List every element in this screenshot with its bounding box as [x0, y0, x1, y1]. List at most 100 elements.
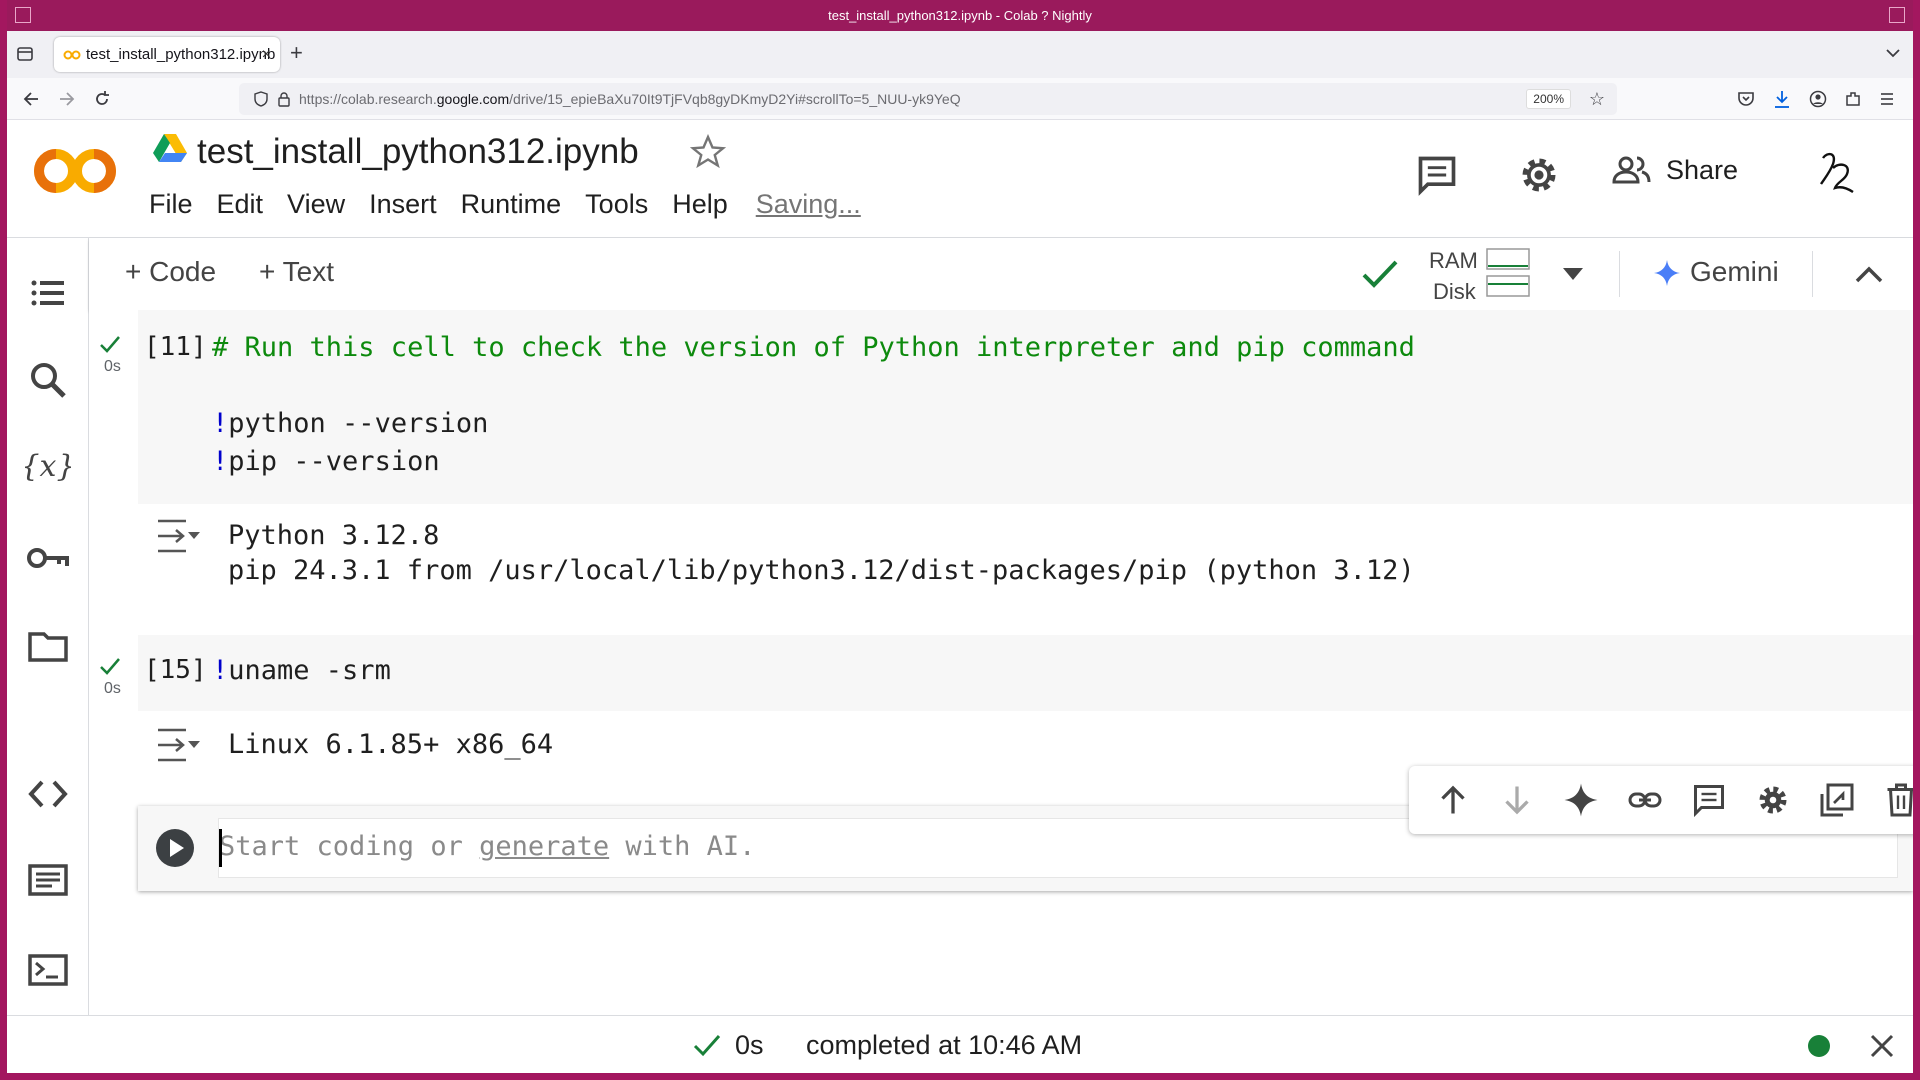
- window-title: test_install_python312.ipynb - Colab ? N…: [828, 8, 1092, 23]
- runtime-dropdown-icon[interactable]: [1563, 268, 1583, 280]
- notebook-area: [11] # Run this cell to check the versio…: [89, 310, 1913, 1015]
- menu-help[interactable]: Help: [672, 189, 728, 220]
- tab-title: test_install_python312.ipynb: [86, 46, 276, 63]
- svg-text:{x}: {x}: [25, 449, 71, 484]
- table-of-contents-icon[interactable]: [28, 273, 68, 313]
- execution-count: [11]: [144, 332, 207, 362]
- text-cursor: [219, 829, 222, 867]
- output-actions-icon[interactable]: [156, 518, 202, 554]
- code-cell[interactable]: [11] # Run this cell to check the versio…: [138, 310, 1913, 504]
- code-snippets-icon[interactable]: [28, 774, 68, 814]
- disk-label: Disk: [1433, 279, 1476, 304]
- google-drive-icon[interactable]: [153, 133, 187, 163]
- code-line: !uname -srm: [212, 655, 391, 686]
- connected-check-icon[interactable]: [1361, 258, 1399, 290]
- browser-window: test_install_python312.ipynb - Colab ? N…: [7, 0, 1913, 1073]
- cell-success-check-icon: [100, 336, 120, 353]
- move-cell-up-icon[interactable]: [1435, 782, 1471, 818]
- cell-success-check-icon: [100, 658, 120, 675]
- tab-colab-notebook[interactable]: test_install_python312.ipynb ×: [54, 37, 280, 72]
- files-folder-icon[interactable]: [28, 626, 68, 666]
- code-cell[interactable]: [15] !uname -srm: [138, 635, 1913, 711]
- gemini-sparkle-icon[interactable]: [1563, 782, 1599, 818]
- toolbar-divider: [1812, 251, 1813, 297]
- comments-icon[interactable]: [1415, 153, 1459, 197]
- lock-icon[interactable]: [277, 91, 291, 107]
- output-actions-icon[interactable]: [156, 727, 202, 763]
- zoom-level[interactable]: 200%: [1526, 89, 1571, 109]
- ram-label: RAM: [1429, 248, 1478, 273]
- saving-status[interactable]: Saving...: [756, 189, 861, 220]
- status-check-icon: [693, 1035, 721, 1057]
- reload-icon[interactable]: [93, 90, 111, 108]
- cell-settings-gear-icon[interactable]: [1755, 782, 1791, 818]
- close-status-icon[interactable]: [1869, 1033, 1895, 1059]
- gemini-button[interactable]: Gemini: [1690, 256, 1779, 288]
- forward-icon[interactable]: [58, 90, 76, 108]
- cell-duration: 0s: [104, 358, 121, 375]
- menu-view[interactable]: View: [287, 189, 345, 220]
- generate-link[interactable]: generate: [479, 831, 609, 862]
- share-button[interactable]: Share: [1612, 154, 1738, 186]
- tab-bar: test_install_python312.ipynb × +: [7, 31, 1913, 78]
- share-label: Share: [1666, 154, 1739, 185]
- star-icon[interactable]: [690, 134, 726, 170]
- user-avatar[interactable]: [1819, 150, 1859, 196]
- add-text-button[interactable]: + Text: [259, 256, 334, 288]
- cell-duration: 0s: [104, 680, 121, 697]
- settings-gear-icon[interactable]: [1517, 153, 1561, 197]
- menu-runtime[interactable]: Runtime: [461, 189, 562, 220]
- code-line: !python --version: [212, 408, 489, 439]
- tab-list-icon[interactable]: [16, 45, 34, 63]
- url-bar[interactable]: https://colab.research.google.com/drive/…: [239, 83, 1617, 115]
- play-icon: [170, 839, 184, 857]
- window-menu-button[interactable]: [15, 7, 31, 23]
- move-cell-down-icon[interactable]: [1499, 782, 1535, 818]
- pocket-icon[interactable]: [1737, 90, 1755, 108]
- tracking-protection-icon[interactable]: [253, 91, 269, 107]
- bookmark-star-icon[interactable]: ☆: [1589, 89, 1605, 109]
- status-bar: 0s completed at 10:46 AM: [7, 1015, 1913, 1073]
- execution-count: [15]: [144, 655, 207, 685]
- left-sidebar: {x}: [7, 238, 89, 1015]
- notebook-title[interactable]: test_install_python312.ipynb: [197, 132, 639, 172]
- command-palette-icon[interactable]: [28, 860, 68, 900]
- tab-close-icon[interactable]: ×: [262, 37, 271, 72]
- secrets-key-icon[interactable]: [25, 538, 71, 578]
- search-icon[interactable]: [28, 360, 68, 400]
- comment-icon[interactable]: [1691, 782, 1727, 818]
- add-code-button[interactable]: + Code: [125, 256, 216, 288]
- mirror-cell-tab-icon[interactable]: [1819, 782, 1855, 818]
- account-icon[interactable]: [1809, 90, 1827, 108]
- menu-tools[interactable]: Tools: [585, 189, 648, 220]
- delete-trash-icon[interactable]: [1883, 782, 1913, 818]
- back-icon[interactable]: [22, 90, 40, 108]
- menu-insert[interactable]: Insert: [369, 189, 437, 220]
- status-duration: 0s: [735, 1030, 764, 1060]
- new-tab-button[interactable]: +: [290, 42, 303, 64]
- resource-meter-bars[interactable]: [1486, 248, 1530, 298]
- runtime-status-dot-icon[interactable]: [1807, 1034, 1831, 1058]
- window-title-bar: test_install_python312.ipynb - Colab ? N…: [7, 0, 1913, 31]
- list-all-tabs-icon[interactable]: [1885, 47, 1901, 59]
- colab-logo[interactable]: [34, 145, 118, 197]
- toolbar-divider: [1619, 251, 1620, 297]
- colab-header: test_install_python312.ipynb File Edit Vie…: [7, 120, 1913, 238]
- notebook-toolbar: + Code + Text RAM Disk Gemini: [89, 238, 1913, 310]
- window-maximize-button[interactable]: [1889, 7, 1905, 23]
- run-cell-button[interactable]: [156, 829, 194, 867]
- link-icon[interactable]: [1627, 782, 1663, 818]
- menu-file[interactable]: File: [149, 189, 193, 220]
- menu-edit[interactable]: Edit: [217, 189, 264, 220]
- downloads-icon[interactable]: [1773, 89, 1791, 109]
- cell-toolbar: [1409, 766, 1913, 834]
- terminal-icon[interactable]: [28, 950, 68, 990]
- variables-icon[interactable]: {x}: [25, 446, 71, 486]
- menu-bar: File Edit View Insert Runtime Tools Help Saving…: [149, 189, 885, 220]
- gemini-sparkle-icon[interactable]: [1654, 260, 1680, 286]
- collapse-header-chevron-up-icon[interactable]: [1855, 265, 1883, 283]
- people-icon: [1612, 156, 1651, 184]
- app-menu-icon[interactable]: [1879, 91, 1895, 107]
- extensions-icon[interactable]: [1844, 90, 1862, 108]
- output-line: pip 24.3.1 from /usr/local/lib/python3.1…: [228, 555, 1415, 586]
